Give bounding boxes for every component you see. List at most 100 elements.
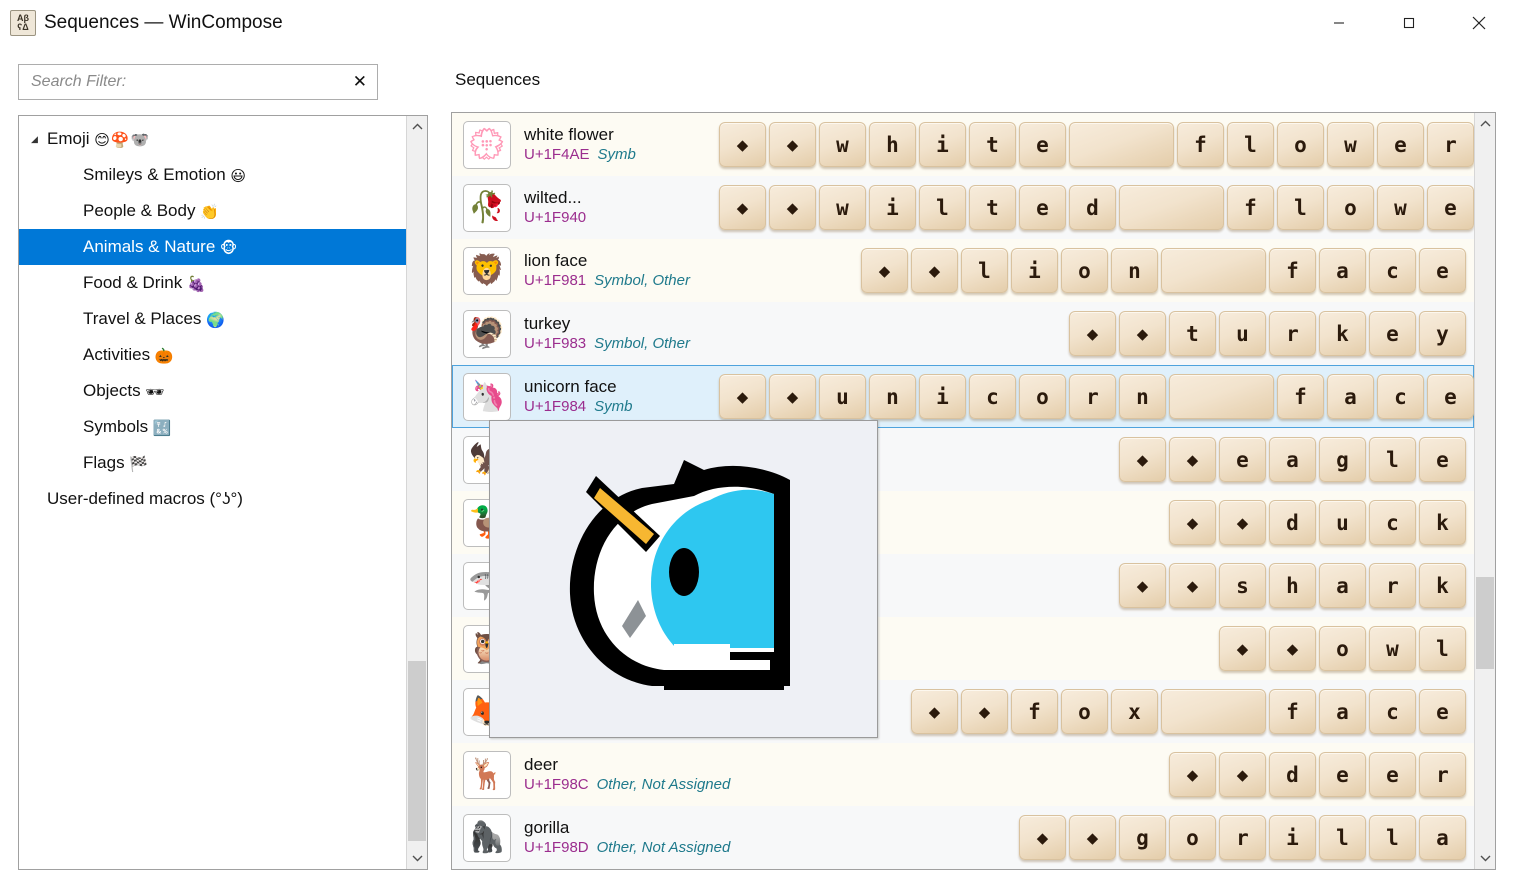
tree-item-food-drink[interactable]: Food & Drink 🍇 xyxy=(19,265,407,301)
key-sequence: ◆ ◆ w h i t e f l o w e r xyxy=(719,122,1482,167)
table-row[interactable]: 🦌 deer U+1F98C Other, Not Assigned ◆ ◆ d e e r xyxy=(452,743,1474,806)
key-compose: ◆ xyxy=(1119,563,1166,608)
tree-item-objects[interactable]: Objects 🕶 xyxy=(19,373,407,409)
key-e: e xyxy=(1419,248,1466,293)
list-scroll-down-icon[interactable] xyxy=(1475,847,1495,869)
key-u: u xyxy=(1219,311,1266,356)
tree-item-people-body[interactable]: People & Body 👏 xyxy=(19,193,407,229)
list-scroll-up-icon[interactable] xyxy=(1475,113,1495,135)
list-scroll-thumb[interactable] xyxy=(1476,577,1494,669)
sequence-meta: U+1F983 Symbol, Other xyxy=(524,334,719,354)
sequence-meta: U+1F4AE Symb xyxy=(524,145,719,165)
key-compose: ◆ xyxy=(1219,626,1266,671)
key-e: e xyxy=(1019,185,1066,230)
key-compose: ◆ xyxy=(1219,500,1266,545)
tree-item-activities[interactable]: Activities 🎃 xyxy=(19,337,407,373)
tree-item-emoji: 🔣 xyxy=(152,420,173,437)
key-f: f xyxy=(1227,185,1274,230)
maximize-button[interactable] xyxy=(1386,0,1432,46)
key-o: o xyxy=(1319,626,1366,671)
close-button[interactable] xyxy=(1456,0,1502,46)
tree-scroll-down-icon[interactable] xyxy=(407,847,427,869)
tree-scroll-up-icon[interactable] xyxy=(407,116,427,138)
key-sequence: ◆ ◆ d e e r xyxy=(719,752,1474,797)
tree-item-user-defined-macros[interactable]: User-defined macros (°ʖ°) xyxy=(19,481,407,517)
category-tree[interactable]: Superscripts and SubscriptsSupplemental … xyxy=(18,115,428,870)
key-k: k xyxy=(1419,500,1466,545)
key-c: c xyxy=(1377,374,1424,419)
key-d: d xyxy=(1269,500,1316,545)
key-compose: ◆ xyxy=(769,122,816,167)
table-row[interactable]: 🦁 lion face U+1F981 Symbol, Other ◆ ◆ l i o n f a c e xyxy=(452,239,1474,302)
table-row[interactable]: 🦍 gorilla U+1F98D Other, Not Assigned ◆ ◆ g o r i… xyxy=(452,806,1474,869)
key-e: e xyxy=(1369,752,1416,797)
key-e: e xyxy=(1427,185,1474,230)
sequence-name: turkey xyxy=(524,314,571,333)
key-sequence: ◆ ◆ l i o n f a c e xyxy=(719,248,1474,293)
unicorn-face-preview-icon xyxy=(569,460,790,690)
category-label: Symbol, Other xyxy=(594,335,690,352)
tree-item-travel-places[interactable]: Travel & Places 🌍 xyxy=(19,301,407,337)
sequence-name: white flower xyxy=(524,125,614,144)
key-l: l xyxy=(1369,437,1416,482)
sequence-info: white flower U+1F4AE Symb xyxy=(524,124,719,165)
tree-item-flags[interactable]: Flags 🏁 xyxy=(19,445,407,481)
sequence-info: unicorn face U+1F984 Symb xyxy=(524,376,719,417)
key-c: c xyxy=(1369,689,1416,734)
sequence-name: gorilla xyxy=(524,818,570,837)
tree-scrollbar[interactable] xyxy=(406,116,427,869)
key-c: c xyxy=(969,374,1016,419)
tree-item-label: Smileys & Emotion xyxy=(83,165,226,184)
expand-arrow-icon[interactable]: ◢ xyxy=(31,121,38,157)
list-scrollbar[interactable] xyxy=(1474,113,1495,869)
table-row[interactable]: 🦃 turkey U+1F983 Symbol, Other ◆ ◆ t u r k e y xyxy=(452,302,1474,365)
tree-item-emoji: 🎃 xyxy=(154,348,175,365)
tree-item-animals-nature[interactable]: Animals & Nature 🐵 xyxy=(19,229,407,265)
codepoint-label: U+1F98C xyxy=(524,776,589,793)
category-label: Symbol, Other xyxy=(594,272,690,289)
table-row[interactable]: 🦄 unicorn face U+1F984 Symb ◆ ◆ u n i c o r n f a c e xyxy=(452,365,1474,428)
key-d: d xyxy=(1069,185,1116,230)
sequence-info: lion face U+1F981 Symbol, Other xyxy=(524,250,719,291)
tree-item-emoji: 😊🍄🐨 xyxy=(94,132,151,149)
sequence-name: lion face xyxy=(524,251,588,270)
key-n: n xyxy=(1111,248,1158,293)
sequence-meta: U+1F98C Other, Not Assigned xyxy=(524,775,730,795)
key-space xyxy=(1069,122,1174,167)
key-compose: ◆ xyxy=(1069,815,1116,860)
search-input[interactable]: Search Filter: xyxy=(31,65,126,99)
tree-item-symbols[interactable]: Symbols 🔣 xyxy=(19,409,407,445)
key-x: x xyxy=(1111,689,1158,734)
key-w: w xyxy=(1377,185,1424,230)
table-row[interactable]: 💮 white flower U+1F4AE Symb ◆ ◆ w h i t e f l o w e r xyxy=(452,113,1474,176)
tree-item-smileys-emotion[interactable]: Smileys & Emotion 😃 xyxy=(19,157,407,193)
codepoint-label: U+1F983 xyxy=(524,335,587,352)
key-o: o xyxy=(1019,374,1066,419)
key-u: u xyxy=(819,374,866,419)
search-filter-box[interactable]: Search Filter: ✕ xyxy=(18,64,378,100)
key-f: f xyxy=(1277,374,1324,419)
sequence-info: gorilla U+1F98D Other, Not Assigned xyxy=(524,817,730,858)
key-compose: ◆ xyxy=(911,248,958,293)
key-compose: ◆ xyxy=(769,185,816,230)
emoji-icon: 🦃 xyxy=(463,309,511,358)
tree-item-label: Travel & Places xyxy=(83,309,202,328)
table-row[interactable]: 🥀wilted...U+1F940◆◆wiltedflower xyxy=(452,176,1495,239)
key-s: s xyxy=(1219,563,1266,608)
key-w: w xyxy=(819,122,866,167)
tree-scroll-thumb[interactable] xyxy=(408,661,426,841)
title-bar: Aβ ʕΔ Sequences — WinCompose xyxy=(0,0,1514,46)
tree-item-emoji: 🏁 xyxy=(129,456,149,473)
tree-item-emoji[interactable]: ◢ Emoji 😊🍄🐨 xyxy=(19,121,407,157)
key-w: w xyxy=(1369,626,1416,671)
emoji-preview-tooltip xyxy=(489,420,878,738)
key-u: u xyxy=(1319,500,1366,545)
key-e: e xyxy=(1319,752,1366,797)
key-compose: ◆ xyxy=(911,689,958,734)
minimize-button[interactable] xyxy=(1316,0,1362,46)
key-compose: ◆ xyxy=(861,248,908,293)
key-compose: ◆ xyxy=(1119,437,1166,482)
key-e: e xyxy=(1019,122,1066,167)
key-y: y xyxy=(1419,311,1466,356)
clear-search-icon[interactable]: ✕ xyxy=(353,65,367,99)
